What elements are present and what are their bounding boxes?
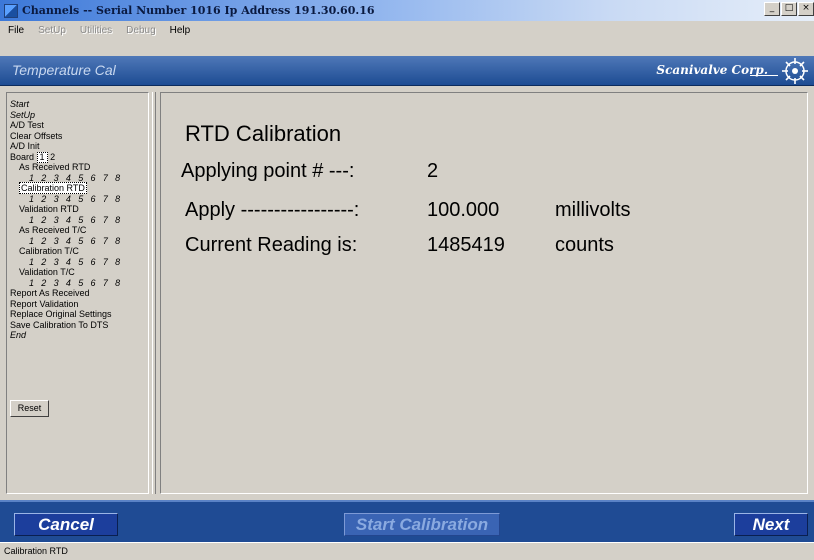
sidebar-board-row: Board 1 2	[10, 151, 148, 163]
sidebar-item-replace-original[interactable]: Replace Original Settings	[10, 309, 148, 320]
sidebar-item-ad-test[interactable]: A/D Test	[10, 120, 148, 131]
window-title: Channels -- Serial Number 1016 Ip Addres…	[22, 4, 375, 17]
sidebar-item-start[interactable]: Start	[10, 99, 148, 110]
close-icon[interactable]: ×	[798, 2, 814, 16]
sidebar-item-validation-rtd[interactable]: Validation RTD	[10, 204, 148, 215]
panel-splitter[interactable]	[152, 92, 156, 494]
board-2-selector[interactable]: 2	[50, 152, 55, 162]
sidebar-item-setup[interactable]: SetUp	[10, 110, 148, 121]
menu-bar: File SetUp Utilities Debug Help	[0, 21, 814, 40]
menu-utilities[interactable]: Utilities	[80, 25, 112, 36]
current-reading-value: 1485419	[427, 234, 505, 256]
channel-list-validation-rtd[interactable]: 1 2 3 4 5 6 7 8	[10, 215, 148, 226]
status-bar: Calibration RTD	[0, 542, 814, 560]
cancel-button[interactable]: Cancel	[14, 513, 118, 536]
title-bar: Channels -- Serial Number 1016 Ip Addres…	[0, 0, 814, 21]
scanivalve-logo-icon	[782, 58, 808, 84]
board-1-selector[interactable]: 1	[36, 151, 48, 163]
action-bar: Cancel Start Calibration Next	[0, 500, 814, 542]
sidebar-item-clear-offsets[interactable]: Clear Offsets	[10, 131, 148, 142]
header-title: Temperature Cal	[12, 62, 116, 78]
apply-unit: millivolts	[555, 199, 631, 221]
menu-setup[interactable]: SetUp	[38, 25, 66, 36]
menu-file[interactable]: File	[8, 25, 24, 36]
sidebar: Start SetUp A/D Test Clear Offsets A/D I…	[6, 92, 149, 494]
applying-point-value: 2	[427, 160, 439, 182]
minimize-icon[interactable]: _	[764, 2, 780, 16]
sidebar-item-end[interactable]: End	[10, 330, 148, 341]
sidebar-item-report-as-received[interactable]: Report As Received	[10, 288, 148, 299]
board-label: Board	[10, 151, 35, 162]
brand-underline	[750, 75, 778, 76]
page-title: RTD Calibration	[185, 121, 342, 146]
app-icon	[4, 3, 18, 18]
sidebar-item-ad-init[interactable]: A/D Init	[10, 141, 148, 152]
channel-list-as-received-tc[interactable]: 1 2 3 4 5 6 7 8	[10, 236, 148, 247]
sidebar-item-validation-tc[interactable]: Validation T/C	[10, 267, 148, 278]
apply-value: 100.000	[427, 199, 500, 221]
reset-button[interactable]: Reset	[10, 400, 49, 417]
current-reading-unit: counts	[555, 234, 614, 256]
channel-list-calibration-rtd[interactable]: 1 2 3 4 5 6 7 8	[10, 194, 148, 205]
header-bar: Temperature Cal Scanivalve Corp.	[0, 56, 814, 86]
sidebar-steps: Start SetUp A/D Test Clear Offsets A/D I…	[10, 99, 148, 341]
current-reading-label: Current Reading is:	[185, 234, 358, 256]
menu-help[interactable]: Help	[170, 25, 191, 36]
maximize-icon[interactable]: □	[781, 2, 797, 16]
sidebar-item-calibration-rtd-label: Calibration RTD	[19, 182, 87, 194]
window-controls: _ □ ×	[763, 2, 814, 16]
next-button[interactable]: Next	[734, 513, 808, 536]
sidebar-item-report-validation[interactable]: Report Validation	[10, 299, 148, 310]
sidebar-item-as-received-rtd[interactable]: As Received RTD	[10, 162, 148, 173]
sidebar-item-calibration-rtd[interactable]: Calibration RTD	[10, 182, 148, 194]
apply-label: Apply -----------------:	[185, 199, 360, 221]
menu-debug[interactable]: Debug	[126, 25, 155, 36]
sidebar-item-as-received-tc[interactable]: As Received T/C	[10, 225, 148, 236]
sidebar-item-calibration-tc[interactable]: Calibration T/C	[10, 246, 148, 257]
start-calibration-button[interactable]: Start Calibration	[344, 513, 500, 536]
applying-point-label: Applying point # ---:	[181, 160, 355, 182]
main-panel: RTD Calibration Applying point # ---: 2 …	[160, 92, 808, 494]
sidebar-item-save-calibration[interactable]: Save Calibration To DTS	[10, 320, 148, 331]
channel-list-calibration-tc[interactable]: 1 2 3 4 5 6 7 8	[10, 257, 148, 268]
channel-list-validation-tc[interactable]: 1 2 3 4 5 6 7 8	[10, 278, 148, 289]
status-text: Calibration RTD	[4, 546, 68, 556]
